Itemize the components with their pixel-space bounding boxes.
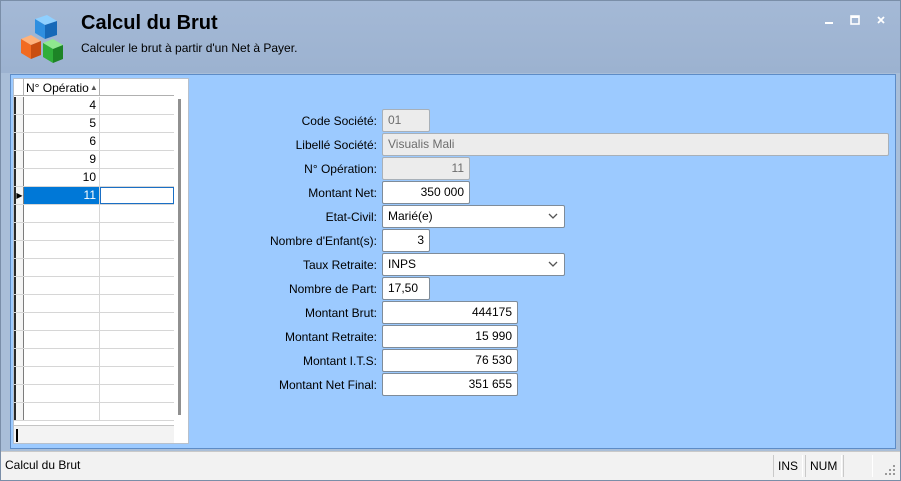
- table-row-empty[interactable]: [14, 313, 174, 331]
- taux-retraite-value: INPS: [388, 257, 417, 271]
- code-societe-label: Code Société:: [301, 114, 377, 128]
- table-cell[interactable]: 9: [24, 151, 100, 168]
- chevron-down-icon[interactable]: [545, 257, 561, 272]
- grid-header-selector: [14, 79, 24, 96]
- code-societe-field[interactable]: 01: [382, 109, 430, 132]
- table-cell[interactable]: 6: [24, 133, 100, 150]
- table-row-empty[interactable]: [14, 241, 174, 259]
- taux-retraite-label: Taux Retraite:: [302, 258, 377, 272]
- column-header-num-operation[interactable]: N° Opératio ▲: [24, 79, 100, 96]
- table-row[interactable]: 6: [14, 133, 174, 151]
- row-selector[interactable]: ▶: [14, 187, 24, 204]
- num-indicator: NUM: [805, 455, 843, 477]
- table-row[interactable]: 9: [14, 151, 174, 169]
- close-icon: [877, 16, 885, 24]
- etat-civil-select[interactable]: Marié(e): [382, 205, 565, 228]
- grid-footer: [14, 425, 174, 443]
- montant-net-label: Montant Net:: [308, 186, 377, 200]
- table-row-empty[interactable]: [14, 331, 174, 349]
- app-window: Calcul du Brut Calculer le brut à partir…: [0, 0, 901, 481]
- table-cell[interactable]: 11: [24, 187, 100, 204]
- minimize-icon: [825, 22, 833, 24]
- table-row-empty[interactable]: [14, 367, 174, 385]
- nombre-part-label: Nombre de Part:: [288, 282, 377, 296]
- table-row-empty[interactable]: [14, 385, 174, 403]
- row-selector[interactable]: [14, 169, 24, 186]
- grid-rows: 4 5 6 9 10 ▶ 11: [14, 97, 174, 421]
- montant-brut-label: Montant Brut:: [304, 306, 377, 320]
- montant-retraite-field[interactable]: 15 990: [382, 325, 518, 348]
- resize-grip-icon[interactable]: [884, 464, 896, 476]
- close-button[interactable]: [870, 11, 892, 29]
- num-operation-field[interactable]: 11: [382, 157, 470, 180]
- etat-civil-value: Marié(e): [388, 209, 433, 223]
- table-row-empty[interactable]: [14, 295, 174, 313]
- row-selector[interactable]: [14, 151, 24, 168]
- table-cell[interactable]: 4: [24, 97, 100, 114]
- window-controls: [818, 11, 892, 29]
- montant-its-label: Montant I.T.S:: [302, 354, 377, 368]
- row-selector[interactable]: [14, 115, 24, 132]
- table-row-empty[interactable]: [14, 403, 174, 421]
- taux-retraite-select[interactable]: INPS: [382, 253, 565, 276]
- table-cell[interactable]: 5: [24, 115, 100, 132]
- nombre-enfants-label: Nombre d'Enfant(s):: [270, 234, 377, 248]
- maximize-icon: [850, 15, 860, 25]
- status-text: Calcul du Brut: [5, 458, 81, 472]
- montant-brut-field[interactable]: 444175: [382, 301, 518, 324]
- etat-civil-label: Etat-Civil:: [325, 210, 377, 224]
- page-subtitle: Calculer le brut à partir d'un Net à Pay…: [81, 41, 298, 55]
- page-title: Calcul du Brut: [81, 12, 218, 34]
- header: Calcul du Brut Calculer le brut à partir…: [1, 1, 900, 73]
- row-selector[interactable]: [14, 97, 24, 114]
- montant-its-field[interactable]: 76 530: [382, 349, 518, 372]
- column-header-label: N° Opératio: [26, 80, 89, 95]
- table-row[interactable]: 10: [14, 169, 174, 187]
- ins-indicator: INS: [773, 455, 804, 477]
- status-cell-empty: [843, 455, 873, 477]
- row-selector[interactable]: [14, 133, 24, 150]
- text-cursor: [16, 429, 18, 442]
- table-cell[interactable]: 10: [24, 169, 100, 186]
- table-row[interactable]: 5: [14, 115, 174, 133]
- chevron-down-icon[interactable]: [545, 209, 561, 224]
- nombre-enfants-field[interactable]: 3: [382, 229, 430, 252]
- status-bar: Calcul du Brut INS NUM: [1, 451, 900, 480]
- montant-net-field[interactable]: 350 000: [382, 181, 470, 204]
- table-row-empty[interactable]: [14, 349, 174, 367]
- colored-cubes-icon: [21, 15, 63, 63]
- montant-net-final-field[interactable]: 351 655: [382, 373, 518, 396]
- libelle-societe-field[interactable]: Visualis Mali: [382, 133, 889, 156]
- num-operation-label: N° Opération:: [304, 162, 377, 176]
- table-row[interactable]: 4: [14, 97, 174, 115]
- maximize-button[interactable]: [844, 11, 866, 29]
- grid-header: N° Opératio ▲: [14, 79, 174, 96]
- table-row-selected[interactable]: ▶ 11: [14, 187, 174, 205]
- montant-net-final-label: Montant Net Final:: [278, 378, 377, 392]
- table-row-empty[interactable]: [14, 277, 174, 295]
- libelle-societe-label: Libellé Société:: [295, 138, 377, 152]
- table-row-empty[interactable]: [14, 223, 174, 241]
- sort-asc-icon: ▲: [89, 82, 98, 92]
- montant-retraite-label: Montant Retraite:: [284, 330, 377, 344]
- operations-grid[interactable]: N° Opératio ▲ 4 5 6 9 10 ▶ 11: [13, 78, 189, 444]
- table-row-empty[interactable]: [14, 205, 174, 223]
- current-row-arrow-icon: ▶: [16, 191, 23, 200]
- table-row-empty[interactable]: [14, 259, 174, 277]
- nombre-part-field[interactable]: 17,50: [382, 277, 430, 300]
- content-panel: N° Opératio ▲ 4 5 6 9 10 ▶ 11 Code Socié…: [10, 74, 896, 449]
- minimize-button[interactable]: [818, 11, 840, 29]
